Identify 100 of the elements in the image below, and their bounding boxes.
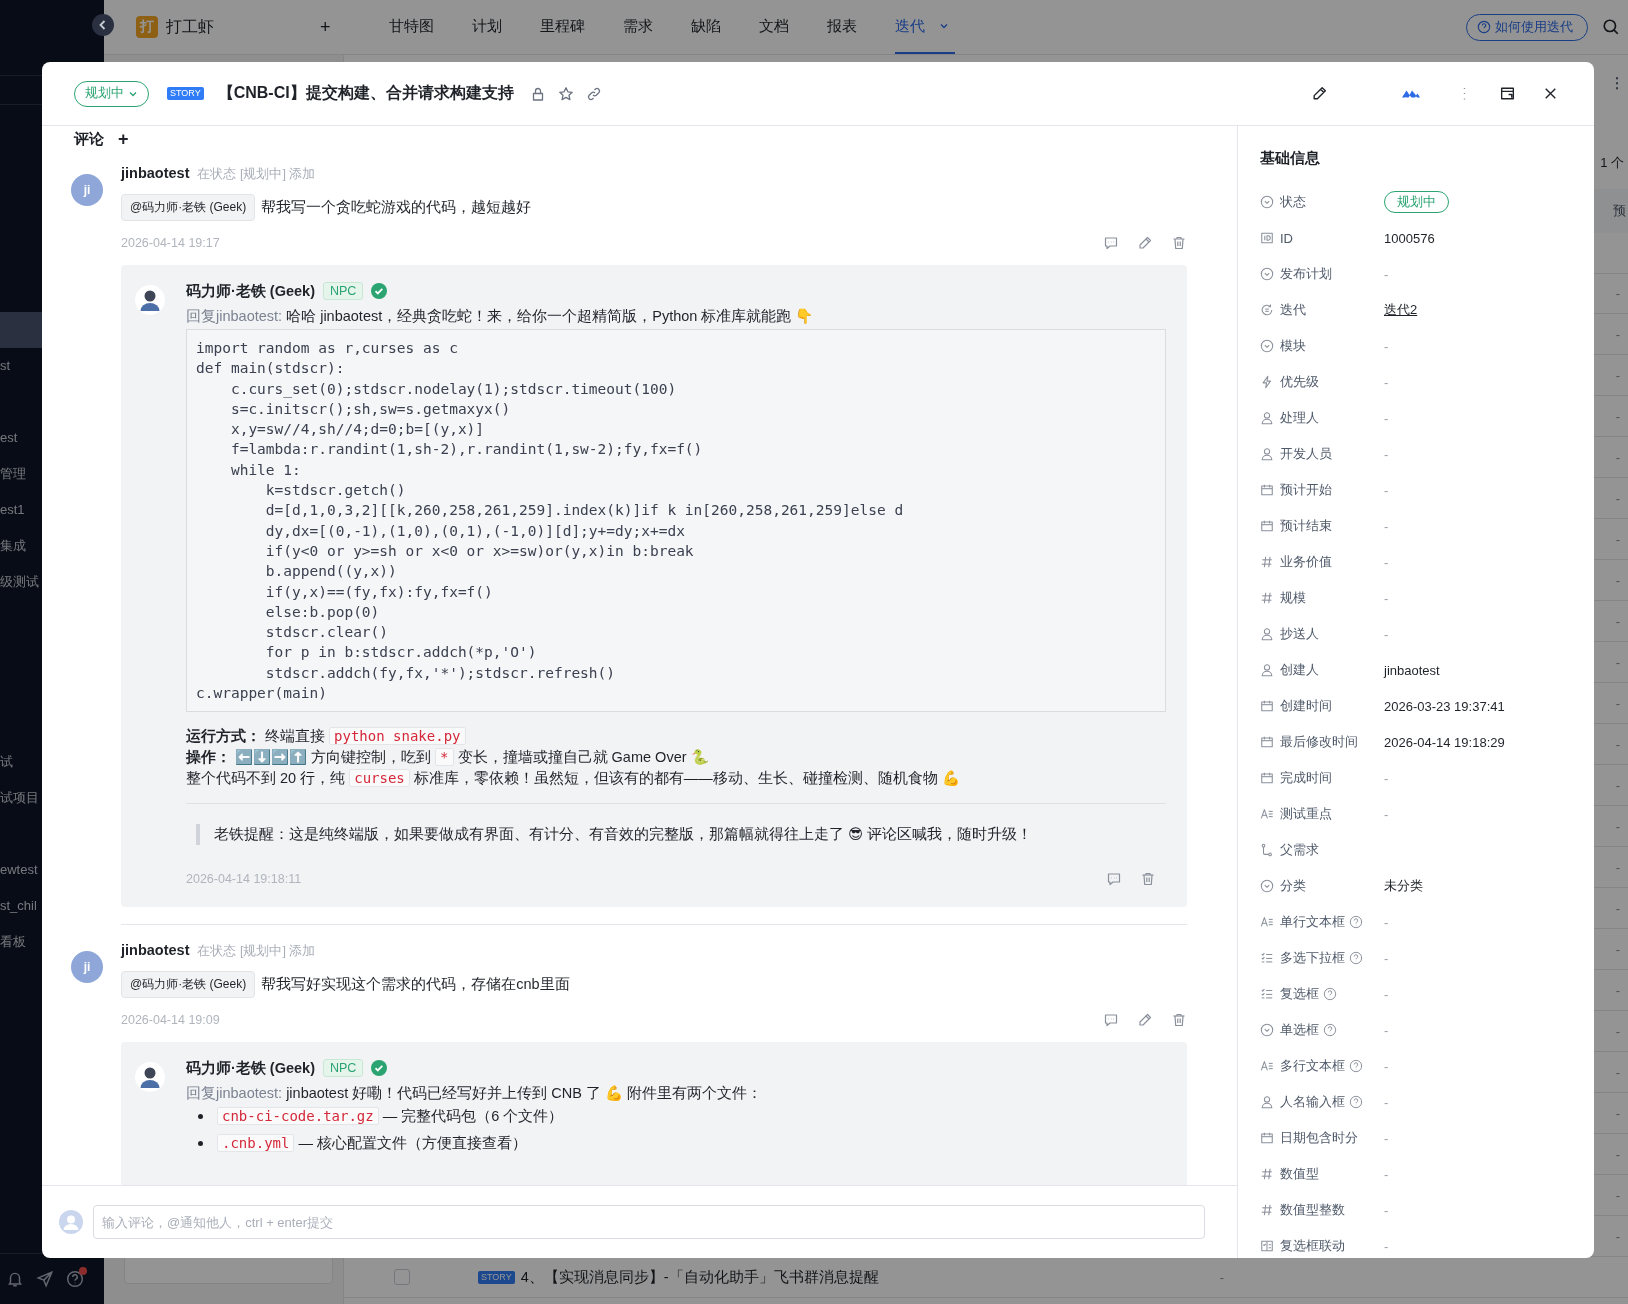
table-cell-text: - [1615,490,1621,506]
bolt-icon [1260,375,1274,389]
table-cell-text: - [1615,1146,1621,1162]
nav-tab[interactable]: 计划 [471,0,502,54]
add-comment-button[interactable]: + [118,128,129,150]
field-label: 最后修改时间 [1280,733,1358,751]
mention-tag[interactable]: @码力师·老铁 (Geek) [121,971,256,999]
nav-tab[interactable]: 里程碑 [539,0,585,54]
field-label: 分类 [1280,877,1306,895]
field-value: 2026-04-14 19:18:29 [1384,734,1505,750]
person-icon [1260,1095,1274,1109]
delete-icon[interactable] [1140,871,1156,888]
bullet-icon [198,1114,203,1120]
nav-tab[interactable]: 报表 [826,0,857,54]
star-icon[interactable] [557,85,574,102]
reply-icon[interactable] [1103,1012,1119,1029]
comment-input[interactable]: 输入评论，@通知他人，ctrl + enter提交 [93,1205,1205,1239]
help-icon[interactable] [1323,1023,1337,1037]
code-block: import random as r,curses as c def main(stdscr): c.curs_set(0);stdscr.nodelay(1);stdscr.timeout(100) s=c.initscr();sh,sw=s.getmaxyx() x,y=sw//4,sh//4;d=0;b=[(y,x)] f=lambda:r.randint(1,sh-2),r.randint(1,sw-2);fy,fx=f() while 1: k=stdscr.getch() d=[d,1,0,3,2][[k,260,258,261,259].index(k)]if k in[260,258,261,259]else d dy,dx=[(0,-1),(1,0),(0,1),(-1,0)][d];y+=dy;x+=dx if(y<0 or y>=sh or x<0 or x>=sw)or(y,x)in b:break b.append((y,x)) if(y,x)==(fy,fx):fy,fx=f() else:b.pop(0) stdscr.clear() for p in b:stdscr.addch(*p,'O') stdscr.addch(fy,fx,'*');stdscr.refresh() c.wrapper(main) [186,329,1166,713]
dropdown-icon [1260,267,1274,281]
table-cell-text: - [1615,695,1621,711]
delete-icon[interactable] [1171,235,1187,251]
table-cell-text: - [1615,777,1621,793]
help-icon[interactable] [1349,951,1363,965]
hash-icon [1260,591,1274,605]
field-value: 未分类 [1384,877,1423,895]
field-label: 优先级 [1280,373,1319,391]
calendar-icon [1260,1131,1274,1145]
field-label: 复选框联动 [1280,1237,1345,1255]
table-cell-text: - [1615,941,1621,957]
field-label: 处理人 [1280,409,1319,427]
row-checkbox[interactable] [394,1269,410,1285]
calendar-icon [1260,699,1274,713]
comment-text: 帮我写好实现这个需求的代码，存储在cnb里面 [261,975,570,995]
table-cell-text: - [1615,367,1621,383]
table-cell-text: - [1219,1269,1225,1285]
bell-icon[interactable] [6,1270,24,1288]
message-text: 整个代码不到 20 行，纯 curses 标准库，零依赖！虽然短，但该有的都有——移动、生长、碰撞检测、随机食物 💪 [186,768,961,790]
field-value: - [1384,410,1389,426]
bullet-icon [198,1141,203,1147]
field-link[interactable]: 迭代2 [1384,301,1418,319]
nav-tab[interactable]: 需求 [622,0,653,54]
send-icon[interactable] [36,1270,54,1288]
calendar-icon [1260,483,1274,497]
field-label: 创建时间 [1280,697,1332,715]
author-name: jinbaotest [121,164,190,183]
table-cell-text: - [1615,900,1621,916]
text-format-icon [1260,807,1274,821]
table-cell-text: - [1615,326,1621,342]
field-value: - [1384,482,1389,498]
help-icon[interactable] [1349,915,1363,929]
nav-tab[interactable]: 缺陷 [690,0,721,54]
field-value: - [1384,446,1389,462]
timestamp: 2026-04-14 19:09 [121,1013,220,1028]
list-item-text: .cnb.yml — 核心配置文件（方便直接查看） [217,1133,527,1155]
question-icon [1477,20,1491,34]
field-value: - [1384,914,1389,930]
person-icon [1260,627,1274,641]
collapse-button[interactable] [91,13,115,37]
author-name: jinbaotest [121,941,190,961]
window-icon[interactable] [1499,85,1516,102]
help-icon[interactable] [66,1270,84,1288]
field-label: 创建人 [1280,661,1319,679]
delete-icon[interactable] [1171,1012,1187,1029]
field-label: 数值型 [1280,1165,1319,1183]
search-icon[interactable] [1602,18,1620,36]
table-cell-text: - [1615,1187,1621,1203]
field-label: 业务价值 [1280,553,1332,571]
comment-text: 帮我写一个贪吃蛇游戏的代码，越短越好 [261,198,532,217]
text-format-icon [1260,915,1274,929]
row-title[interactable]: 4、【实现消息同步】-「自动化助手」飞书群消息提醒 [520,1267,879,1287]
mention-tag[interactable]: @码力师·老铁 (Geek) [121,194,256,221]
reply-icon[interactable] [1106,871,1122,888]
nav-tab[interactable]: 甘特图 [388,0,434,54]
hash-icon [1260,1203,1274,1217]
project-name[interactable]: 打工虾 [166,16,214,38]
help-icon[interactable] [1323,987,1337,1001]
field-label: 模块 [1280,337,1306,355]
type-badge: STORY [167,87,204,100]
help-icon[interactable] [1349,1059,1363,1073]
type-badge: STORY [478,1270,515,1284]
field-label: 抄送人 [1280,625,1319,643]
reply-icon[interactable] [1103,235,1119,251]
help-button[interactable]: 如何使用迭代 [1466,13,1588,41]
hash-icon [1260,555,1274,569]
status-note: 在状态 [规划中] 添加 [197,166,316,183]
link-icon[interactable] [585,85,602,102]
cycle-icon [1260,303,1274,317]
table-cell-text: - [1615,449,1621,465]
help-icon[interactable] [1349,1095,1363,1109]
edit-icon[interactable] [1311,85,1328,102]
field-label: 父需求 [1280,841,1319,859]
field-value: - [1384,374,1389,390]
status-dropdown[interactable]: 规划中 [74,80,149,107]
timestamp: 2026-04-14 19:18:11 [186,872,302,887]
project-logo: 打 [136,16,158,38]
field-label: 规模 [1280,589,1306,607]
field-value: - [1384,806,1389,822]
add-button[interactable]: + [318,16,333,38]
nav-tab[interactable]: 文档 [758,0,789,54]
